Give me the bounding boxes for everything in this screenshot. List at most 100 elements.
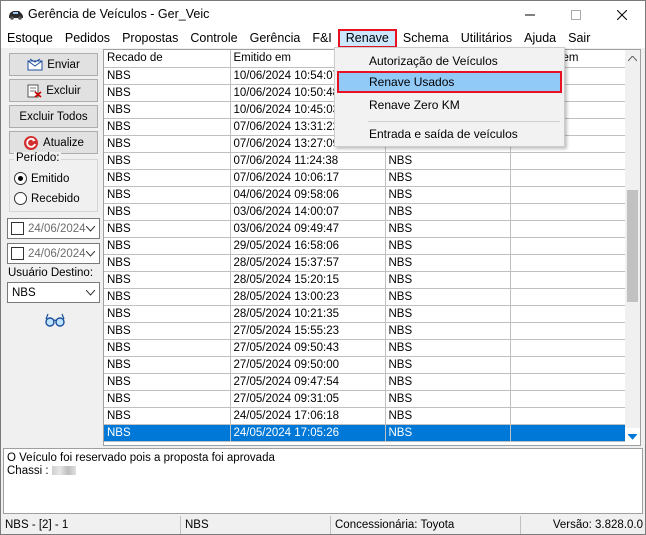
cell-de: NBS — [104, 118, 231, 136]
table-row[interactable]: NBS 27/05/2024 09:50:00 NBS — [104, 356, 629, 374]
menu-propostas[interactable]: Propostas — [116, 29, 184, 48]
cell-emitido: 29/05/2024 16:58:06 — [230, 237, 386, 255]
table-row[interactable]: NBS 28/05/2024 15:20:15 NBS — [104, 271, 629, 289]
menu-item-autorizacao-veiculos[interactable]: Autorização de Veículos — [337, 50, 562, 72]
table-row[interactable]: NBS 27/05/2024 09:47:54 NBS — [104, 373, 629, 391]
cell-de: NBS — [104, 305, 231, 323]
scroll-down-button[interactable] — [625, 428, 640, 445]
atualize-button[interactable]: Atualize — [9, 131, 98, 154]
cell-recebido — [510, 237, 629, 255]
date-from-picker[interactable]: 24/06/2024 — [7, 218, 100, 239]
usuario-destino-label: Usuário Destino: — [8, 267, 94, 279]
table-row[interactable]: NBS 24/05/2024 17:05:26 NBS — [104, 424, 629, 442]
chassi-label: Chassi : — [7, 465, 49, 477]
menu-renave[interactable]: Renave — [337, 29, 397, 48]
glasses-icon[interactable] — [44, 313, 66, 330]
table-row[interactable]: NBS 03/06/2024 09:49:47 NBS — [104, 220, 629, 238]
cell-de: NBS — [104, 186, 231, 204]
cell-de: NBS — [104, 322, 231, 340]
cell-emitido: 03/06/2024 14:00:07 — [230, 203, 386, 221]
cell-para: NBS — [385, 254, 511, 272]
cell-para: NBS — [385, 424, 511, 442]
cell-recebido — [510, 288, 629, 306]
menu-separator — [368, 121, 560, 122]
chevron-down-icon — [86, 289, 95, 296]
menu-controle[interactable]: Controle — [184, 29, 243, 48]
close-icon — [617, 10, 627, 20]
cell-para: NBS — [385, 373, 511, 391]
menu-item-renave-zero-km[interactable]: Renave Zero KM — [337, 94, 562, 116]
date-to-picker[interactable]: 24/06/2024 — [7, 243, 100, 264]
window-title: Gerência de Veículos - Ger_Veic — [28, 7, 210, 21]
column-header-recado-de[interactable]: Recado de — [104, 50, 231, 68]
excluir-todos-button[interactable]: Excluir Todos — [9, 105, 98, 128]
cell-recebido — [510, 356, 629, 374]
radio-recebido-dot[interactable] — [14, 192, 27, 205]
menu-estoque[interactable]: Estoque — [1, 29, 59, 48]
table-row[interactable]: NBS 07/06/2024 10:06:17 NBS — [104, 169, 629, 187]
menu-bar: Estoque Pedidos Propostas Controle Gerên… — [1, 29, 645, 48]
periodo-label: Período: — [14, 152, 62, 164]
excluir-label: Excluir — [46, 84, 81, 97]
table-row[interactable]: NBS 28/05/2024 15:37:57 NBS — [104, 254, 629, 272]
date-to-checkbox[interactable] — [11, 247, 24, 260]
cell-de: NBS — [104, 203, 231, 221]
scroll-thumb[interactable] — [627, 190, 638, 302]
table-row[interactable]: NBS 28/05/2024 13:00:23 NBS — [104, 288, 629, 306]
menu-item-renave-usados[interactable]: Renave Usados — [337, 71, 562, 93]
menu-sair[interactable]: Sair — [562, 29, 596, 48]
table-row[interactable]: NBS 27/05/2024 09:50:43 NBS — [104, 339, 629, 357]
radio-emitido[interactable]: Emitido — [14, 172, 69, 185]
cell-recebido — [510, 424, 629, 442]
scroll-up-button[interactable] — [625, 50, 640, 67]
radio-recebido-label: Recebido — [31, 192, 80, 205]
table-row[interactable]: NBS 28/05/2024 10:21:35 NBS — [104, 305, 629, 323]
cell-recebido — [510, 152, 629, 170]
menu-schema[interactable]: Schema — [397, 29, 455, 48]
cell-de: NBS — [104, 339, 231, 357]
date-from-checkbox[interactable] — [11, 222, 24, 235]
radio-emitido-dot[interactable] — [14, 172, 27, 185]
menu-fi[interactable]: F&I — [306, 29, 337, 48]
cell-emitido: 24/05/2024 17:06:18 — [230, 407, 386, 425]
maximize-button[interactable] — [553, 1, 599, 29]
app-window: Gerência de Veículos - Ger_Veic Estoque … — [0, 0, 646, 535]
menu-item-entrada-saida-veiculos[interactable]: Entrada e saída de veículos — [337, 123, 562, 145]
cell-para: NBS — [385, 203, 511, 221]
cell-para: NBS — [385, 220, 511, 238]
enviar-button[interactable]: Enviar — [9, 53, 98, 76]
radio-recebido[interactable]: Recebido — [14, 192, 80, 205]
minimize-icon — [525, 14, 535, 16]
cell-recebido — [510, 390, 629, 408]
cell-de: NBS — [104, 152, 231, 170]
message-detail-panel[interactable]: O Veículo foi reservado pois a proposta … — [3, 448, 643, 514]
menu-pedidos[interactable]: Pedidos — [59, 29, 116, 48]
table-row[interactable]: NBS 07/06/2024 11:24:38 NBS — [104, 152, 629, 170]
cell-emitido: 28/05/2024 15:20:15 — [230, 271, 386, 289]
car-icon — [8, 8, 24, 20]
table-row[interactable]: NBS 03/06/2024 14:00:07 NBS — [104, 203, 629, 221]
message-line-2: Chassi : — [7, 465, 639, 478]
vertical-scrollbar[interactable] — [625, 50, 640, 445]
excluir-button[interactable]: Excluir — [9, 79, 98, 102]
menu-utilitarios[interactable]: Utilitários — [455, 29, 518, 48]
table-row[interactable]: NBS 29/05/2024 16:58:06 NBS — [104, 237, 629, 255]
usuario-destino-select[interactable]: NBS — [7, 282, 100, 303]
envelope-icon — [27, 58, 43, 71]
status-dealer: Concessionária: Toyota — [331, 516, 521, 534]
cell-para: NBS — [385, 356, 511, 374]
table-row[interactable]: NBS 27/05/2024 15:55:23 NBS — [104, 322, 629, 340]
table-row[interactable]: NBS 04/06/2024 09:58:06 NBS — [104, 186, 629, 204]
menu-gerencia[interactable]: Gerência — [244, 29, 307, 48]
cell-recebido — [510, 220, 629, 238]
cell-recebido — [510, 186, 629, 204]
cell-de: NBS — [104, 220, 231, 238]
close-button[interactable] — [599, 1, 645, 29]
cell-para: NBS — [385, 288, 511, 306]
minimize-button[interactable] — [507, 1, 553, 29]
table-row[interactable]: NBS 24/05/2024 17:06:18 NBS — [104, 407, 629, 425]
cell-emitido: 24/05/2024 17:05:26 — [230, 424, 386, 442]
menu-ajuda[interactable]: Ajuda — [518, 29, 562, 48]
table-row[interactable]: NBS 27/05/2024 09:31:05 NBS — [104, 390, 629, 408]
chevron-down-icon — [628, 433, 637, 440]
